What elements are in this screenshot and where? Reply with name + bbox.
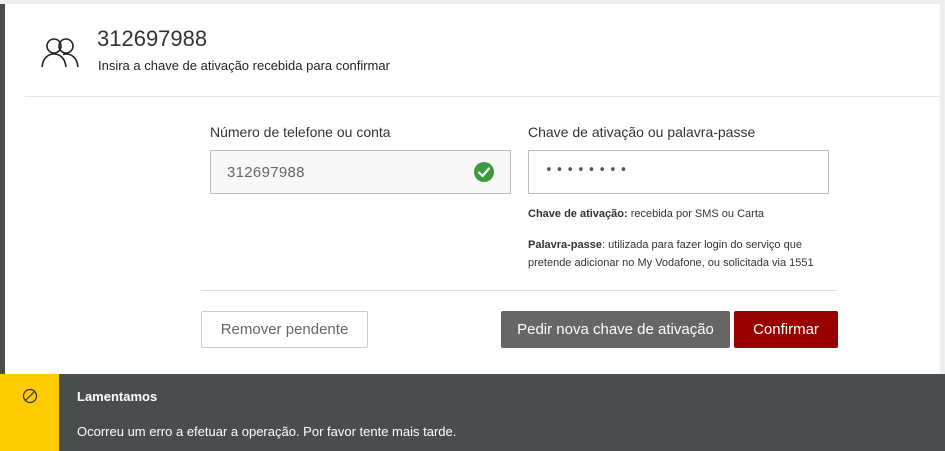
check-icon xyxy=(474,162,494,182)
help-key-text: recebida por SMS ou Carta xyxy=(627,208,765,220)
help-password-text-1: : utilizada para fazer login do serviço … xyxy=(602,239,802,251)
help-password: Palavra-passe: utilizada para fazer logi… xyxy=(528,236,814,272)
users-icon xyxy=(40,34,80,70)
card-header: 312697988 Insira a chave de ativação rec… xyxy=(5,4,940,97)
page: 312697988 Insira a chave de ativação rec… xyxy=(0,0,945,451)
actions-divider xyxy=(201,290,837,291)
confirm-button[interactable]: Confirmar xyxy=(734,311,838,348)
phone-field-value: 312697988 xyxy=(227,164,305,181)
alert-title: Lamentamos xyxy=(77,389,158,404)
help-key-term: Chave de ativação: xyxy=(528,208,628,220)
prohibited-icon xyxy=(22,388,38,404)
help-password-term: Palavra-passe xyxy=(528,239,602,251)
remove-pending-button[interactable]: Remover pendente xyxy=(201,311,368,348)
activation-key-input[interactable]: •••••••• xyxy=(528,150,829,194)
error-alert: Lamentamos Ocorreu um erro a efetuar a o… xyxy=(0,374,945,451)
alert-icon-strip xyxy=(0,374,59,451)
password-dots: •••••••• xyxy=(545,163,631,178)
help-activation-key: Chave de ativação: recebida por SMS ou C… xyxy=(528,205,764,223)
activation-card: 312697988 Insira a chave de ativação rec… xyxy=(5,4,940,374)
phone-label: Número de telefone ou conta xyxy=(210,124,391,140)
alert-message: Ocorreu um erro a efetuar a operação. Po… xyxy=(77,424,457,439)
header-divider xyxy=(25,96,940,97)
key-label: Chave de ativação ou palavra-passe xyxy=(528,124,756,140)
account-number: 312697988 xyxy=(97,26,208,51)
header-subtitle: Insira a chave de ativação recebida para… xyxy=(98,58,390,73)
help-password-text-2: pretende adicionar no My Vodafone, ou so… xyxy=(528,257,814,269)
phone-field[interactable]: 312697988 xyxy=(210,150,511,194)
request-new-key-button[interactable]: Pedir nova chave de ativação xyxy=(501,311,730,348)
